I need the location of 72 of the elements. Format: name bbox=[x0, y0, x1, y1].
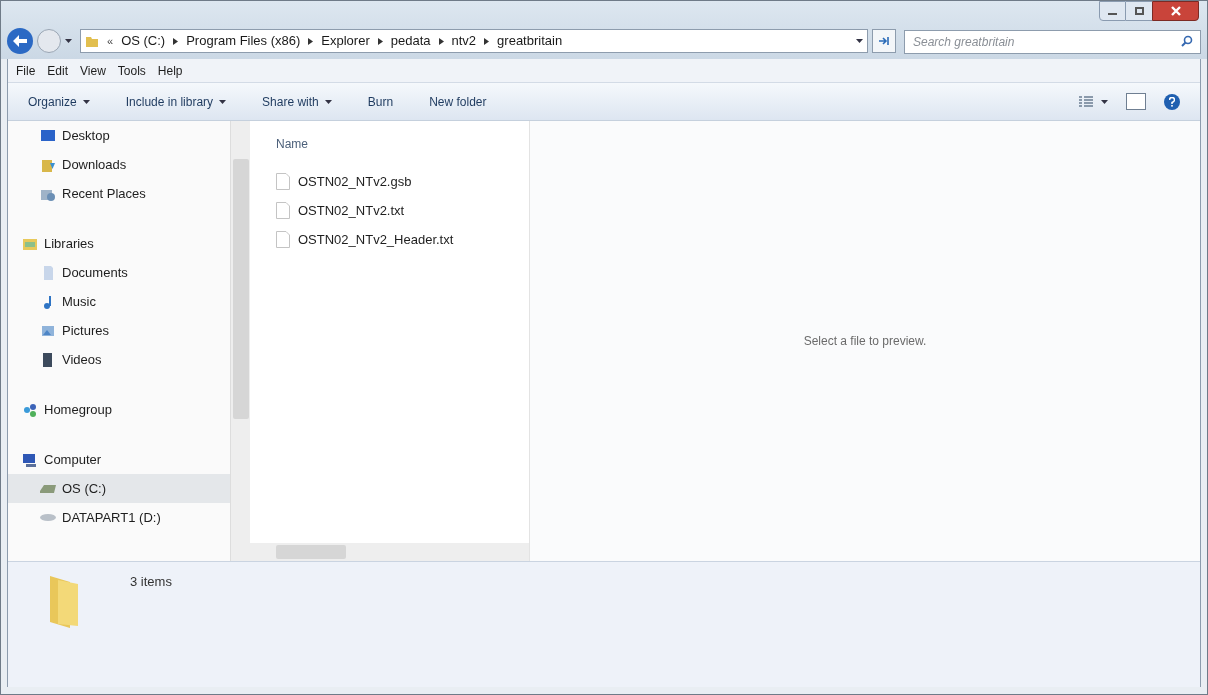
nav-item[interactable]: Computer bbox=[8, 445, 230, 474]
folder-icon bbox=[85, 34, 99, 48]
nav-item[interactable]: Libraries bbox=[8, 229, 230, 258]
close-icon bbox=[1170, 6, 1181, 16]
caret-icon bbox=[219, 99, 227, 104]
caret-icon bbox=[82, 99, 90, 104]
nav-item[interactable]: Recent Places bbox=[8, 179, 230, 208]
toolbar-button[interactable]: New folder bbox=[429, 92, 487, 111]
overflow-chevron[interactable]: « bbox=[107, 32, 114, 50]
menu-item[interactable]: Edit bbox=[47, 61, 69, 80]
breadcrumb[interactable]: OS (C:) bbox=[121, 31, 166, 51]
preview-message: Select a file to preview. bbox=[803, 333, 927, 350]
nav-item[interactable]: Downloads bbox=[8, 150, 230, 179]
nav-item[interactable]: Homegroup bbox=[8, 395, 230, 424]
homegroup-icon bbox=[22, 401, 38, 418]
breadcrumb[interactable]: Explorer bbox=[321, 31, 370, 51]
column-header[interactable]: Name bbox=[276, 135, 503, 153]
nav-item[interactable]: Videos bbox=[8, 345, 230, 374]
chevron-icon bbox=[377, 37, 383, 45]
nav-item[interactable]: Pictures bbox=[8, 316, 230, 345]
help-button[interactable] bbox=[1164, 93, 1180, 110]
toolbar-button[interactable]: Organize bbox=[28, 92, 90, 111]
caret-icon bbox=[856, 39, 863, 43]
preview-pane-button[interactable] bbox=[1126, 93, 1146, 110]
toolbar-button[interactable]: Include in library bbox=[125, 92, 227, 111]
toolbar-button[interactable]: Burn bbox=[367, 92, 394, 111]
minimize-button[interactable] bbox=[1099, 1, 1126, 21]
menu-item[interactable]: Tools bbox=[117, 61, 146, 80]
chevron-icon bbox=[173, 37, 179, 45]
chevron-icon bbox=[308, 37, 314, 45]
file-icon bbox=[276, 173, 290, 190]
help-icon bbox=[1169, 96, 1175, 107]
search-icon bbox=[1181, 35, 1193, 47]
chevron-icon bbox=[438, 37, 444, 45]
menu-item[interactable]: File bbox=[16, 61, 36, 80]
nav-item[interactable]: Documents bbox=[8, 258, 230, 287]
refresh-button[interactable] bbox=[872, 29, 896, 53]
breadcrumb[interactable]: greatbritain bbox=[497, 31, 563, 51]
nav-item[interactable]: Desktop bbox=[8, 121, 230, 150]
caret-icon bbox=[1101, 99, 1108, 104]
menu-item[interactable]: View bbox=[80, 61, 106, 80]
nav-item[interactable]: OS (C:) bbox=[8, 474, 230, 503]
desktop-icon bbox=[40, 127, 56, 144]
search-field[interactable]: Search greatbritain bbox=[904, 30, 1201, 54]
file-row[interactable]: OSTN02_NTv2.txt bbox=[276, 196, 503, 225]
nav-item[interactable]: DATAPART1 (D:) bbox=[8, 503, 230, 532]
close-button[interactable] bbox=[1152, 1, 1199, 21]
computer-icon bbox=[22, 451, 38, 468]
file-icon bbox=[276, 231, 290, 248]
caret-icon bbox=[65, 39, 72, 43]
back-arrow-icon bbox=[13, 35, 27, 47]
breadcrumb[interactable]: Program Files (x86) bbox=[186, 31, 301, 51]
nav-item[interactable]: Music bbox=[8, 287, 230, 316]
toolbar-button[interactable]: Share with bbox=[262, 92, 332, 111]
horizontal-scrollbar[interactable] bbox=[250, 543, 529, 561]
breadcrumb[interactable]: ntv2 bbox=[451, 31, 477, 51]
back-button[interactable] bbox=[7, 28, 33, 54]
file-icon bbox=[276, 202, 290, 219]
item-count: 3 items bbox=[130, 573, 172, 591]
menu-item[interactable]: Help bbox=[157, 61, 183, 80]
caret-icon bbox=[324, 99, 332, 104]
view-options-button[interactable] bbox=[1079, 95, 1108, 108]
drive-icon bbox=[40, 484, 56, 493]
file-row[interactable]: OSTN02_NTv2.gsb bbox=[276, 167, 503, 196]
file-row[interactable]: OSTN02_NTv2_Header.txt bbox=[276, 225, 503, 254]
details-view-icon bbox=[1079, 95, 1093, 108]
vertical-scrollbar[interactable] bbox=[230, 121, 250, 561]
maximize-button[interactable] bbox=[1126, 1, 1152, 21]
drive-icon bbox=[40, 514, 56, 521]
chevron-icon bbox=[484, 37, 490, 45]
address-bar[interactable]: « OS (C:) Program Files (x86) Explorer pedata ntv2 greatbritain bbox=[80, 29, 868, 53]
breadcrumb[interactable]: pedata bbox=[390, 31, 431, 51]
